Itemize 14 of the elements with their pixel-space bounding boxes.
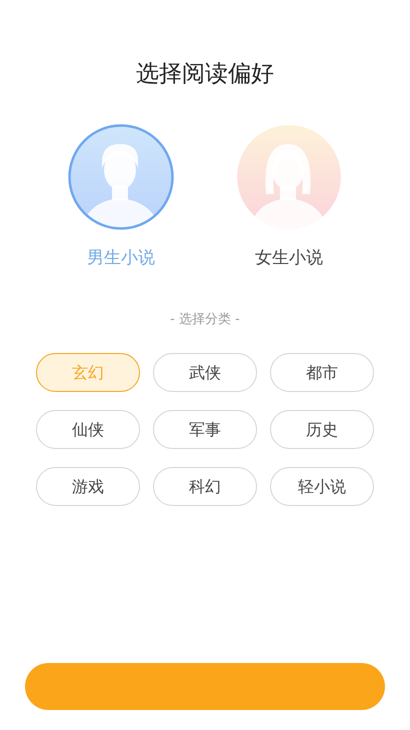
category-chip[interactable]: 科幻: [153, 467, 257, 506]
category-chip[interactable]: 仙侠: [36, 410, 140, 449]
category-chip[interactable]: 武侠: [153, 353, 257, 392]
category-chip[interactable]: 军事: [153, 410, 257, 449]
category-chip[interactable]: 都市: [270, 353, 374, 392]
category-chip[interactable]: 轻小说: [270, 467, 374, 506]
avatar-icon[interactable]: [68, 124, 174, 230]
continue-button[interactable]: [25, 663, 385, 710]
avatar-icon[interactable]: [236, 124, 342, 230]
category-chip[interactable]: 历史: [270, 410, 374, 449]
gender-label[interactable]: 女生小说: [255, 246, 323, 272]
section-heading: - 选择分类 -: [170, 310, 240, 328]
page-title: 选择阅读偏好: [136, 60, 274, 89]
category-chip[interactable]: 游戏: [36, 467, 140, 506]
